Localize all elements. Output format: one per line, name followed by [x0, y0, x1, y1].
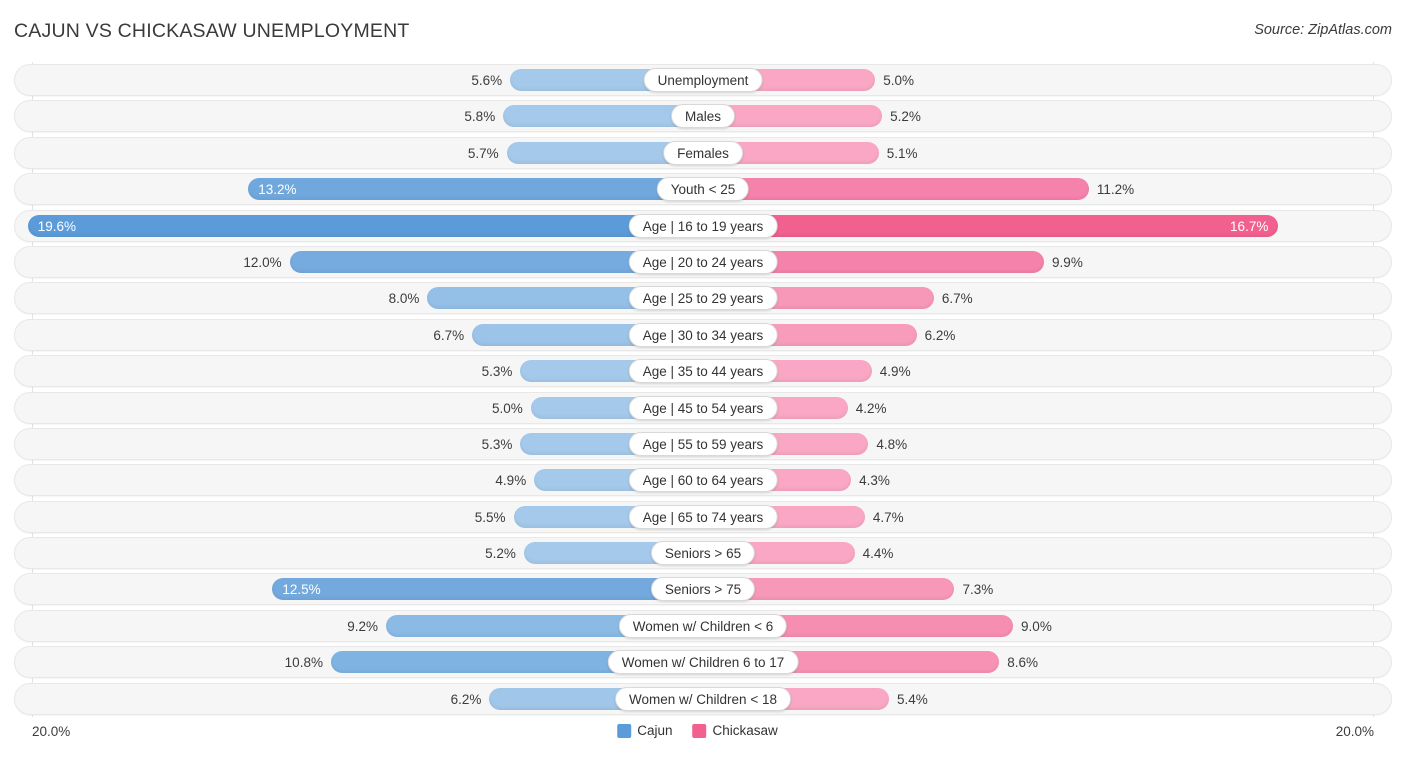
- bar-value-chickasaw: 9.0%: [1021, 618, 1052, 634]
- category-label-pill: Unemployment: [643, 68, 763, 92]
- category-label-pill: Age | 20 to 24 years: [628, 249, 778, 274]
- bar-value-chickasaw: 4.4%: [862, 546, 894, 562]
- chart-row: 9.2% 9.0% Women w/ Children < 6: [14, 608, 1392, 644]
- bar-value-chickasaw: 5.2%: [890, 109, 921, 125]
- bar-value-chickasaw: 16.7%: [1230, 218, 1269, 234]
- chart-row: 5.6% 5.0% Unemployment: [14, 62, 1392, 98]
- chart-row: 4.9% 4.3% Age | 60 to 64 years: [14, 462, 1392, 498]
- chart-row: 5.3% 4.8% Age | 55 to 59 years: [14, 426, 1392, 462]
- legend-item: Cajun: [617, 723, 673, 738]
- category-label-pill: Seniors > 65: [650, 541, 756, 566]
- chart-row: 12.0% 9.9% Age | 20 to 24 years: [14, 244, 1392, 280]
- bar-value-chickasaw: 4.2%: [855, 400, 887, 416]
- bar-value-cajun: 6.2%: [450, 691, 482, 707]
- bar-value-cajun: 10.8%: [284, 655, 323, 671]
- bar-value-chickasaw: 7.3%: [962, 582, 994, 598]
- bar-value-cajun: 5.3%: [481, 364, 513, 380]
- bar-value-cajun: 5.8%: [464, 109, 496, 125]
- category-label-pill: Women w/ Children 6 to 17: [607, 650, 799, 675]
- bar-value-cajun: 12.0%: [243, 254, 282, 270]
- category-label-pill: Age | 65 to 74 years: [628, 504, 778, 529]
- bar-value-chickasaw: 5.4%: [897, 691, 928, 707]
- bar-value-chickasaw: 5.0%: [883, 73, 915, 88]
- category-label-pill: Age | 60 to 64 years: [628, 468, 778, 493]
- chart-row: 6.7% 6.2% Age | 30 to 34 years: [14, 317, 1392, 353]
- category-label-pill: Males: [670, 104, 736, 129]
- category-label-pill: Age | 45 to 54 years: [628, 395, 778, 420]
- category-label-pill: Age | 25 to 29 years: [628, 286, 778, 311]
- category-label-pill: Age | 16 to 19 years: [628, 213, 778, 238]
- chart-row: 5.3% 4.9% Age | 35 to 44 years: [14, 353, 1392, 389]
- bar-value-cajun: 5.5%: [474, 509, 506, 525]
- legend-swatch-chickasaw: [692, 723, 707, 738]
- bar-value-cajun: 5.7%: [467, 145, 499, 161]
- page-title: CAJUN VS CHICKASAW UNEMPLOYMENT: [14, 20, 410, 42]
- axis-max-label: 20.0%: [1335, 724, 1374, 739]
- chart-header: CAJUN VS CHICKASAW UNEMPLOYMENT Source: …: [0, 0, 1406, 60]
- bar-value-cajun: 5.3%: [481, 436, 513, 452]
- chart-row: 13.2% 11.2% Youth < 25: [14, 171, 1392, 207]
- chart-plot-area: 5.6% 5.0% Unemployment 5.8% 5.2% Males 5.7% 5.1…: [14, 62, 1392, 717]
- bar-value-cajun: 5.2%: [485, 546, 516, 562]
- category-label-pill: Age | 30 to 34 years: [628, 322, 778, 347]
- chart-row: 5.0% 4.2% Age | 45 to 54 years: [14, 390, 1392, 426]
- bar-value-chickasaw: 6.2%: [924, 327, 956, 343]
- chart-row: 5.2% 4.4% Seniors > 65: [14, 535, 1392, 571]
- bar-value-cajun: 13.2%: [258, 182, 297, 198]
- category-label-pill: Youth < 25: [656, 177, 750, 202]
- chart-row: 19.6% 16.7% Age | 16 to 19 years: [14, 208, 1392, 244]
- bar-value-cajun: 5.0%: [491, 400, 523, 416]
- category-label-pill: Age | 55 to 59 years: [628, 431, 778, 456]
- chart-page: CAJUN VS CHICKASAW UNEMPLOYMENT Source: …: [0, 0, 1406, 757]
- bar-value-chickasaw: 6.7%: [941, 291, 973, 307]
- bar-value-cajun: 4.9%: [495, 473, 527, 489]
- chart-row: 12.5% 7.3% Seniors > 75: [14, 571, 1392, 607]
- chart-row: 8.0% 6.7% Age | 25 to 29 years: [14, 280, 1392, 316]
- category-label-pill: Women w/ Children < 6: [618, 613, 788, 638]
- bar-value-chickasaw: 4.9%: [879, 364, 911, 380]
- chart-row: 10.8% 8.6% Women w/ Children 6 to 17: [14, 644, 1392, 680]
- legend-swatch-cajun: [617, 723, 632, 738]
- chart-legend: Cajun Chickasaw: [617, 723, 789, 738]
- bar-value-chickasaw: 8.6%: [1007, 655, 1039, 671]
- bar-chickasaw: [703, 214, 1279, 237]
- chart-row: 5.5% 4.7% Age | 65 to 74 years: [14, 499, 1392, 535]
- bar-value-chickasaw: 9.9%: [1052, 254, 1083, 270]
- bar-value-cajun: 8.0%: [388, 291, 420, 307]
- bar-value-chickasaw: 11.2%: [1096, 182, 1135, 198]
- legend-label: Chickasaw: [712, 723, 778, 738]
- category-label-pill: Age | 35 to 44 years: [628, 359, 778, 384]
- bar-value-chickasaw: 4.8%: [876, 436, 908, 452]
- axis-min-label: 20.0%: [32, 724, 71, 739]
- legend-label: Cajun: [637, 723, 673, 738]
- bar-value-chickasaw: 4.7%: [872, 509, 904, 525]
- chart-row: 6.2% 5.4% Women w/ Children < 18: [14, 681, 1392, 717]
- bar-value-cajun: 5.6%: [471, 73, 503, 88]
- chart-row: 5.8% 5.2% Males: [14, 98, 1392, 134]
- bar-cajun: [248, 178, 703, 201]
- bar-value-cajun: 6.7%: [433, 327, 465, 343]
- bar-value-chickasaw: 4.3%: [859, 473, 890, 489]
- chart-row: 5.7% 5.1% Females: [14, 135, 1392, 171]
- bar-value-cajun: 19.6%: [37, 218, 77, 234]
- bar-cajun: [27, 214, 703, 237]
- category-label-pill: Women w/ Children < 18: [615, 686, 791, 711]
- bar-value-chickasaw: 5.1%: [886, 145, 918, 161]
- category-label-pill: Females: [663, 140, 743, 165]
- bar-value-cajun: 9.2%: [347, 618, 379, 634]
- source-attribution: Source: ZipAtlas.com: [1254, 22, 1392, 38]
- chart-footer: 20.0% 20.0% Cajun Chickasaw: [14, 718, 1392, 748]
- chart-rows: 5.6% 5.0% Unemployment 5.8% 5.2% Males 5.7% 5.1…: [14, 62, 1392, 717]
- legend-item: Chickasaw: [692, 723, 778, 738]
- bar-chickasaw: [703, 178, 1089, 201]
- bar-cajun: [272, 578, 703, 601]
- bar-value-cajun: 12.5%: [282, 582, 321, 598]
- category-label-pill: Seniors > 75: [650, 577, 756, 602]
